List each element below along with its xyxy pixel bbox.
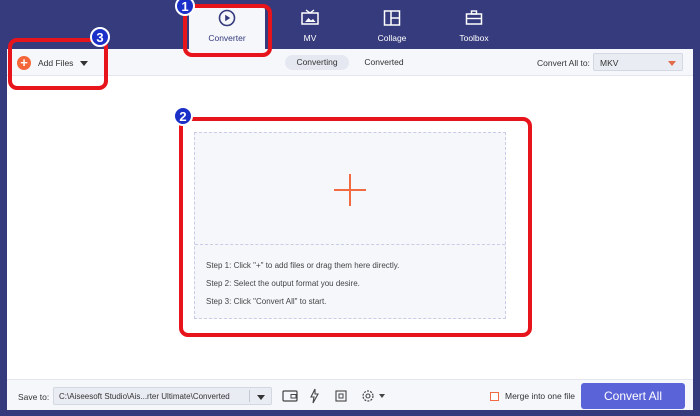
save-path-value: C:\Aiseesoft Studio\Ais...rter Ultimate\… <box>59 392 230 401</box>
collage-icon <box>383 10 401 26</box>
badge-3: 3 <box>90 27 110 47</box>
merge-checkbox[interactable] <box>490 391 499 401</box>
bottom-bar: Save to: C:\Aiseesoft Studio\Ais...rter … <box>7 379 693 410</box>
chevron-down-icon <box>668 61 676 66</box>
tab-label: Collage <box>377 33 407 43</box>
folder-icon[interactable] <box>281 388 299 404</box>
highlight-converter-tab <box>183 4 272 57</box>
gear-icon <box>362 390 374 402</box>
merge-label: Merge into one file <box>505 391 575 401</box>
sub-toolbar: + Add Files Converting Converted Convert… <box>7 49 693 76</box>
gpu-acceleration-icon[interactable] <box>332 388 350 404</box>
convert-all-to-label: Convert All to: <box>537 58 590 68</box>
highlight-drop-zone <box>179 117 532 337</box>
save-to-label: Save to: <box>18 392 50 402</box>
merge-option[interactable]: Merge into one file <box>490 391 575 401</box>
hardware-acceleration-icon[interactable] <box>306 388 324 404</box>
tab-label: Toolbox <box>459 33 489 43</box>
convert-all-button[interactable]: Convert All <box>581 383 685 409</box>
output-format-value: MKV <box>600 58 619 68</box>
highlight-add-files <box>8 38 108 90</box>
tab-label: MV <box>303 33 317 43</box>
badge-2: 2 <box>173 106 193 126</box>
output-format-select[interactable]: MKV <box>593 53 683 71</box>
tab-toolbox[interactable]: Toolbox <box>436 6 512 50</box>
tab-collage[interactable]: Collage <box>354 6 430 50</box>
mv-icon <box>301 9 319 25</box>
chevron-down-icon <box>379 394 385 398</box>
chevron-down-icon[interactable] <box>257 395 265 400</box>
divider <box>249 390 250 402</box>
settings-button[interactable] <box>360 388 390 404</box>
segment-converted[interactable]: Converted <box>357 55 411 70</box>
segment-converting[interactable]: Converting <box>285 55 349 70</box>
save-path-field[interactable]: C:\Aiseesoft Studio\Ais...rter Ultimate\… <box>53 387 272 405</box>
toolbox-icon <box>465 10 483 25</box>
tab-mv[interactable]: MV <box>272 6 348 50</box>
